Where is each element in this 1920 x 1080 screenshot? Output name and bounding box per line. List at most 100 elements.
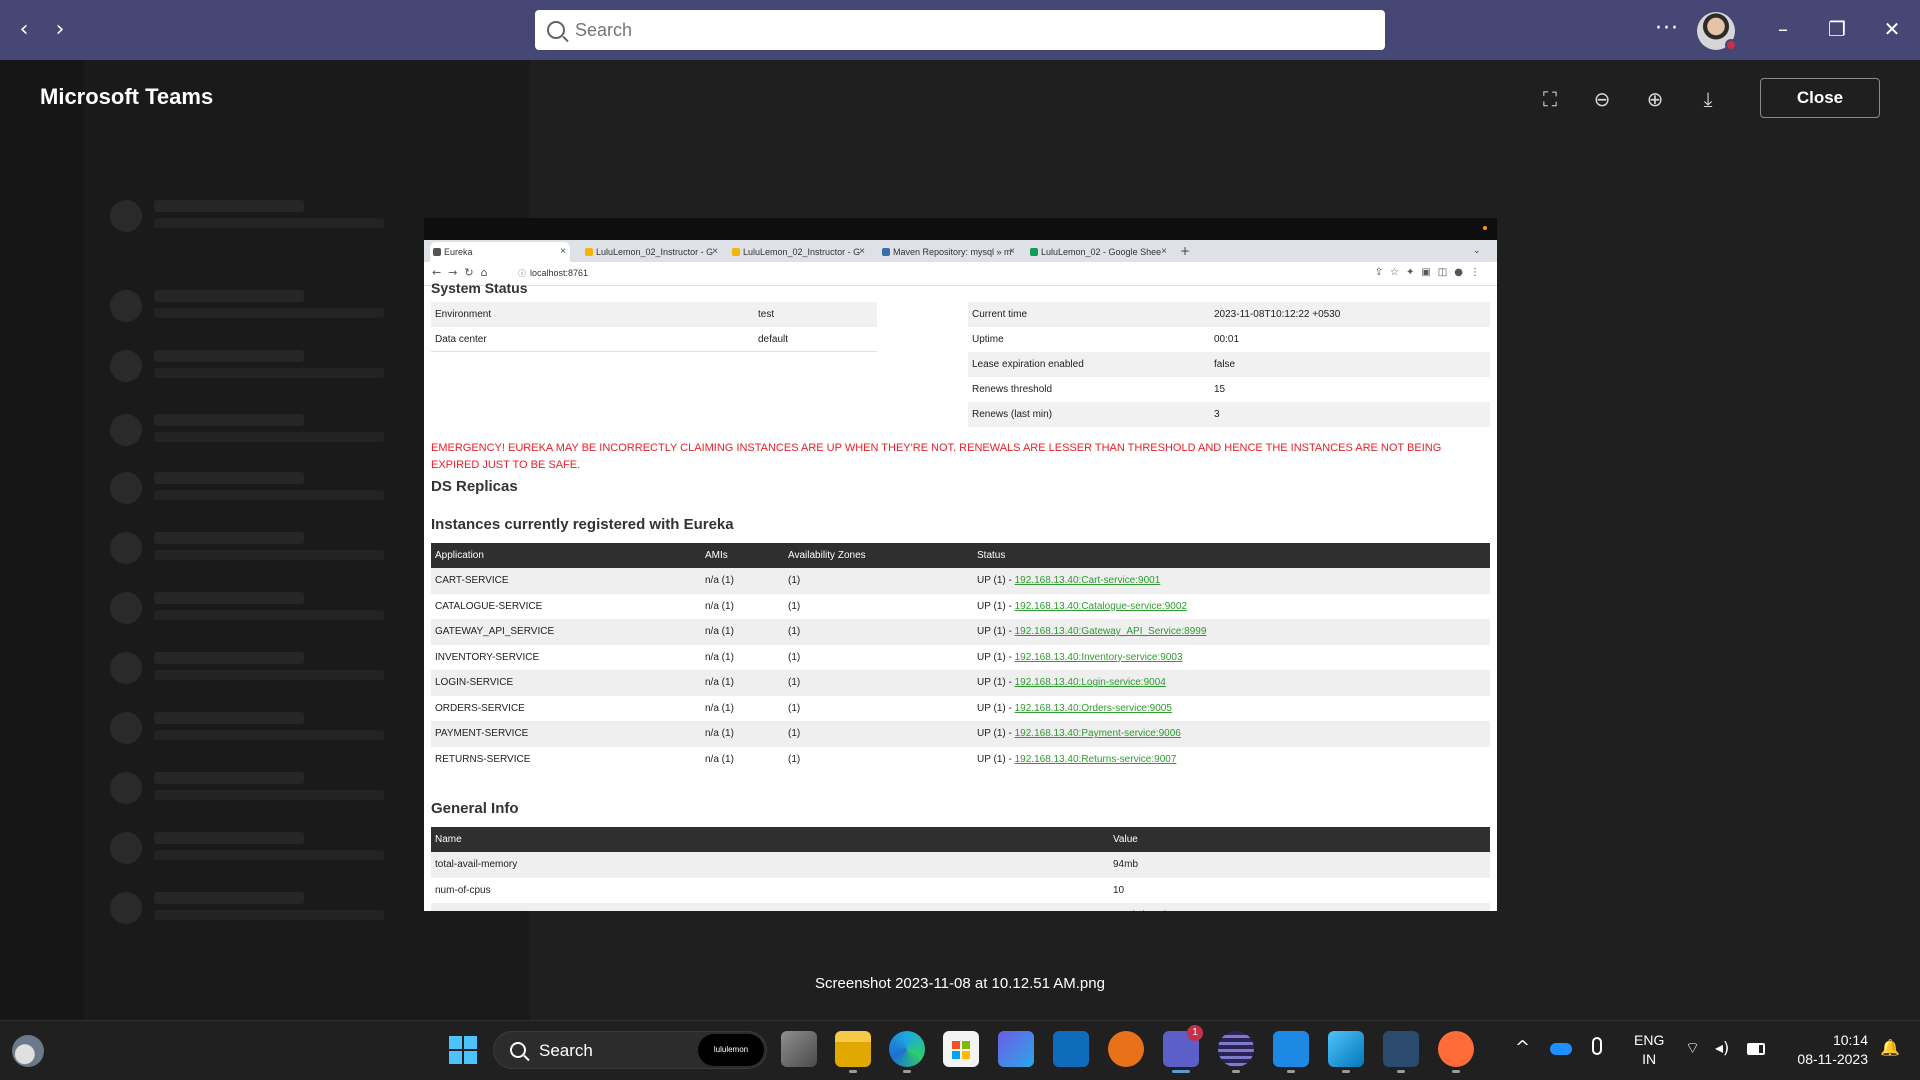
info-app-icon[interactable] xyxy=(1108,1031,1144,1067)
weather-icon[interactable] xyxy=(12,1035,44,1067)
browser-tab[interactable]: LuluLemon_02 - Google Shee × xyxy=(1027,242,1171,262)
instance-link[interactable]: 192.168.13.40:Gateway_API_Service:8999 xyxy=(1015,626,1207,637)
table-row: GATEWAY_API_SERVICE n/a (1) (1) UP (1) -… xyxy=(431,619,1490,645)
eclipse-icon[interactable] xyxy=(1218,1031,1254,1073)
tab-search-icon[interactable]: ⌄ xyxy=(1473,240,1481,262)
app-name: CATALOGUE-SERVICE xyxy=(435,600,543,612)
taskbar-search[interactable]: Search lululemon xyxy=(493,1031,767,1069)
fit-screen-icon[interactable]: ⛶ xyxy=(1535,84,1565,114)
list-item xyxy=(110,588,410,626)
forward-icon[interactable]: › xyxy=(48,18,72,42)
photos-icon[interactable] xyxy=(1328,1031,1364,1073)
outlook-icon[interactable] xyxy=(1053,1031,1089,1067)
image-top-strip xyxy=(424,218,1497,240)
show-hidden-icons-icon[interactable]: ^ xyxy=(1515,1037,1530,1058)
volume-icon[interactable]: ◂) xyxy=(1715,1038,1729,1057)
table-row: Renews threshold 15 xyxy=(968,377,1490,402)
close-tab-icon[interactable]: × xyxy=(560,242,566,262)
instance-link[interactable]: 192.168.13.40:Cart-service:9001 xyxy=(1015,575,1161,586)
browser-tab[interactable]: Eureka × xyxy=(430,242,570,262)
browser-toolbar-icons[interactable]: ⇪☆✦▣◫●⋮ xyxy=(1375,267,1487,278)
emergency-warning: EMERGENCY! EUREKA MAY BE INCORRECTLY CLA… xyxy=(431,442,1442,471)
amis-cell: n/a (1) xyxy=(705,753,734,765)
tab-favicon xyxy=(732,248,740,256)
instance-link[interactable]: 192.168.13.40:Login-service:9004 xyxy=(1015,677,1166,688)
status-value: 2023-11-08T10:12:22 +0530 xyxy=(1214,309,1341,320)
app-name: LOGIN-SERVICE xyxy=(431,670,701,696)
close-tab-icon[interactable]: × xyxy=(859,242,865,262)
close-tab-icon[interactable]: × xyxy=(1161,242,1167,262)
wifi-icon[interactable]: ⌔ xyxy=(1685,1038,1700,1058)
system-status-title: System Status xyxy=(431,280,528,296)
minimize-icon[interactable]: – xyxy=(1768,14,1798,44)
microsoft-store-icon[interactable] xyxy=(943,1031,979,1067)
instance-link[interactable]: 192.168.13.40:Orders-service:9005 xyxy=(1015,703,1172,714)
language-indicator[interactable]: ENG IN xyxy=(1634,1031,1664,1069)
table-row: CART-SERVICE n/a (1) (1) UP (1) - 192.16… xyxy=(431,568,1490,594)
edge-browser-icon[interactable] xyxy=(889,1031,925,1073)
status-text: UP (1) - xyxy=(977,728,1015,740)
zones-cell: (1) xyxy=(784,568,973,594)
instance-link[interactable]: 192.168.13.40:Catalogue-service:9002 xyxy=(1015,601,1187,612)
status-key: Renews threshold xyxy=(972,384,1053,395)
url-text[interactable]: localhost:8761 xyxy=(530,268,588,278)
postman-icon[interactable] xyxy=(1438,1031,1474,1073)
mysql-workbench-icon[interactable] xyxy=(1383,1031,1419,1073)
notepad-icon[interactable] xyxy=(1273,1031,1309,1073)
table-row: total-avail-memory 94mb xyxy=(431,852,1490,878)
info-name: current-memory-usage xyxy=(431,903,1109,911)
clock[interactable]: 10:14 08-11-2023 xyxy=(1780,1031,1868,1069)
close-tab-icon[interactable]: × xyxy=(1009,242,1015,262)
microphone-icon[interactable] xyxy=(1592,1037,1602,1055)
download-icon[interactable]: ⤓ xyxy=(1693,84,1723,114)
back-icon[interactable]: ‹ xyxy=(12,18,36,42)
app-name: GATEWAY_API_SERVICE xyxy=(431,619,701,645)
info-name: total-avail-memory xyxy=(431,852,1109,878)
new-tab-icon[interactable]: + xyxy=(1180,240,1190,262)
status-text: UP (1) - xyxy=(977,702,1015,714)
notifications-icon[interactable]: 🔔 xyxy=(1880,1038,1900,1057)
list-item xyxy=(110,888,410,926)
onedrive-icon[interactable] xyxy=(1550,1043,1572,1055)
app-name: ORDERS-SERVICE xyxy=(435,702,525,714)
instance-link[interactable]: 192.168.13.40:Payment-service:9006 xyxy=(1015,728,1181,739)
instance-link[interactable]: 192.168.13.40:Inventory-service:9003 xyxy=(1015,652,1183,663)
table-row: INVENTORY-SERVICE n/a (1) (1) UP (1) - 1… xyxy=(431,645,1490,671)
browser-tab[interactable]: LuluLemon_02_Instructor - G × xyxy=(729,242,869,262)
search-bar[interactable] xyxy=(535,10,1385,50)
task-view-icon[interactable] xyxy=(781,1031,817,1067)
status-key: Environment xyxy=(435,309,492,320)
tab-favicon xyxy=(1030,248,1038,256)
close-button[interactable]: Close xyxy=(1760,78,1880,118)
region-code: IN xyxy=(1642,1051,1657,1067)
file-explorer-icon[interactable] xyxy=(835,1031,871,1073)
zoom-out-icon[interactable]: ⊖ xyxy=(1587,84,1617,114)
list-item xyxy=(110,828,410,866)
search-input[interactable] xyxy=(575,19,1355,41)
instance-link[interactable]: 192.168.13.40:Returns-service:9007 xyxy=(1015,754,1177,765)
browser-tab[interactable]: LuluLemon_02_Instructor - G × xyxy=(582,242,722,262)
status-key: Uptime xyxy=(972,334,1004,345)
eureka-page: System Status Environment test Data cent… xyxy=(424,280,1497,911)
more-options-icon[interactable]: ··· xyxy=(1655,16,1679,41)
zoom-in-icon[interactable]: ⊕ xyxy=(1640,84,1670,114)
close-tab-icon[interactable]: × xyxy=(712,242,718,262)
search-icon xyxy=(547,21,565,39)
tab-favicon xyxy=(882,248,890,256)
general-info-table: Name Value total-avail-memory 94mb num-o… xyxy=(431,827,1490,911)
teams-icon[interactable]: 1 xyxy=(1163,1025,1203,1073)
date: 08-11-2023 xyxy=(1797,1051,1868,1067)
windows-start-icon[interactable] xyxy=(447,1034,479,1066)
copilot-icon[interactable] xyxy=(998,1031,1034,1067)
avatar[interactable] xyxy=(1697,12,1737,51)
zones-cell: (1) xyxy=(784,721,973,747)
status-cell: UP (1) - 192.168.13.40:Payment-service:9… xyxy=(973,721,1490,747)
browser-nav-icons[interactable]: ←→↻⌂ xyxy=(432,266,495,279)
search-highlight-badge: lululemon xyxy=(698,1034,764,1066)
site-info-icon[interactable]: ⓘ xyxy=(518,268,526,279)
battery-icon[interactable] xyxy=(1747,1043,1765,1055)
info-value: 10 xyxy=(1113,884,1125,896)
browser-tab[interactable]: Maven Repository: mysql » m × xyxy=(879,242,1019,262)
maximize-icon[interactable]: ❐ xyxy=(1822,14,1852,44)
close-window-icon[interactable]: ✕ xyxy=(1877,14,1907,44)
